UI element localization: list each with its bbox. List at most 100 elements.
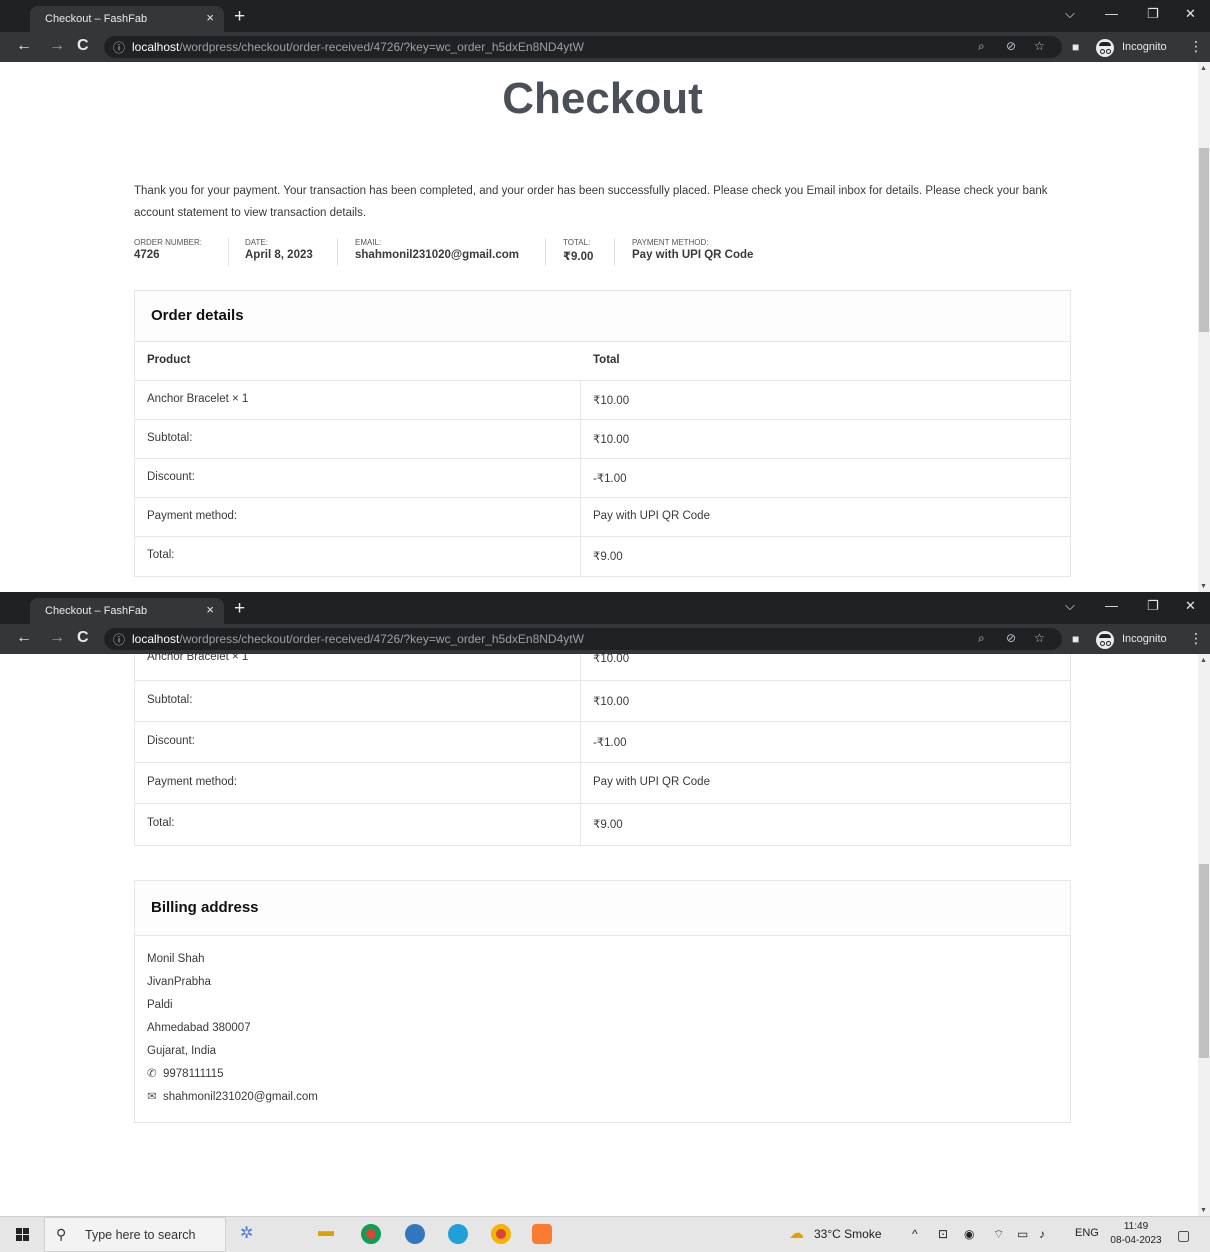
eye-off-icon[interactable]: ⊘ [1006, 39, 1016, 53]
tray-app-icon[interactable]: ⊡ [938, 1227, 948, 1241]
product-link[interactable]: Anchor Bracelet × 1 [147, 654, 248, 663]
weather-text[interactable]: 33°C Smoke [814, 1227, 882, 1241]
notification-icon[interactable]: ▢ [1177, 1227, 1190, 1244]
minimize-icon[interactable]: — [1105, 598, 1118, 613]
edge-icon[interactable] [448, 1224, 468, 1244]
url-text: localhost/wordpress/checkout/order-recei… [132, 632, 584, 646]
reload-icon[interactable]: C [77, 629, 89, 647]
new-tab-icon[interactable]: + [234, 6, 245, 28]
scrollbar[interactable]: ▲ ▼ [1198, 654, 1210, 1216]
back-icon[interactable]: ← [16, 37, 32, 55]
table-row: Payment method: Pay with UPI QR Code [135, 498, 1070, 537]
volume-icon[interactable]: ♪ [1039, 1227, 1045, 1241]
table-header-row: Product Total [135, 342, 1070, 381]
back-icon[interactable]: ← [16, 629, 32, 647]
edge-legacy-icon[interactable] [405, 1224, 425, 1244]
thank-you-message: Thank you for your payment. Your transac… [134, 185, 1048, 219]
order-date: Date: April 8, 2023 [245, 238, 313, 261]
order-number: Order number: 4726 [134, 238, 203, 261]
forward-icon[interactable]: → [49, 629, 65, 647]
zoom-icon[interactable]: ⌕ [978, 631, 985, 646]
star-icon[interactable]: ☆ [1034, 39, 1045, 53]
tab-title: Checkout – FashFab [45, 605, 148, 617]
order-details-card: Order details Product Total Anchor Brace… [134, 290, 1071, 577]
scroll-down-icon[interactable]: ▼ [1200, 583, 1207, 590]
tab-search-icon[interactable]: ⌵ [1065, 598, 1075, 614]
table-row: Payment method: Pay with UPI QR Code [135, 763, 1070, 804]
info-icon[interactable]: ⓘ [113, 39, 125, 56]
tab-strip: Checkout – FashFab × + ⌵ — ❐ ✕ [0, 0, 1210, 32]
weather-icon[interactable]: ☁ [789, 1224, 804, 1242]
scroll-down-icon[interactable]: ▼ [1200, 1207, 1207, 1214]
address-bar: ← → C ⓘ localhost/wordpress/checkout/ord… [0, 624, 1210, 654]
side-panel-icon[interactable]: ■ [1072, 40, 1079, 54]
incognito-badge[interactable]: Incognito [1096, 39, 1174, 57]
info-icon[interactable]: ⓘ [113, 631, 125, 648]
zoom-icon[interactable]: ⌕ [978, 39, 985, 54]
tab-checkout[interactable]: Checkout – FashFab × [30, 6, 224, 32]
language-indicator[interactable]: ENG [1075, 1227, 1099, 1239]
tab-search-icon[interactable]: ⌵ [1065, 6, 1075, 22]
windows-start-icon[interactable] [16, 1228, 29, 1241]
star-icon[interactable]: ☆ [1034, 631, 1045, 645]
incognito-badge[interactable]: Incognito [1096, 631, 1174, 649]
table-row: Subtotal: ₹10.00 [135, 681, 1070, 722]
chrome-icon[interactable] [361, 1224, 381, 1244]
mail-icon: ✉ [147, 1091, 157, 1103]
taskbar-clock[interactable]: 11:49 08-04-2023 [1106, 1220, 1166, 1248]
battery-icon[interactable]: ▭ [1017, 1227, 1028, 1241]
url-input[interactable]: ⓘ localhost/wordpress/checkout/order-rec… [104, 36, 1062, 58]
windows-taskbar: ⚲ Type here to search ✲ ▬ ☁ 33°C Smoke ^… [0, 1216, 1210, 1252]
scrollbar-thumb[interactable] [1199, 148, 1209, 332]
close-window-icon[interactable]: ✕ [1185, 6, 1196, 22]
file-explorer-icon[interactable]: ▬ [318, 1223, 334, 1241]
forward-icon[interactable]: → [49, 37, 65, 55]
close-icon[interactable]: × [206, 602, 214, 617]
url-input[interactable]: ⓘ localhost/wordpress/checkout/order-rec… [104, 628, 1062, 650]
address-bar: ← → C ⓘ localhost/wordpress/checkout/ord… [0, 32, 1210, 62]
product-link[interactable]: Anchor Bracelet × 1 [147, 393, 248, 405]
page-viewport-bottom: Anchor Bracelet × 1 ₹10.00 Subtotal: ₹10… [7, 654, 1198, 1216]
table-row: Discount: -₹1.00 [135, 722, 1070, 763]
taskbar-search-input[interactable]: ⚲ Type here to search [44, 1217, 226, 1252]
tray-chrome-icon[interactable]: ◉ [964, 1227, 974, 1241]
page-viewport-top: Checkout Thank you for your payment. You… [7, 62, 1198, 592]
reload-icon[interactable]: C [77, 37, 89, 55]
divider [228, 238, 229, 266]
menu-icon[interactable]: ⋮ [1189, 630, 1203, 647]
table-row: Discount: -₹1.00 [135, 459, 1070, 498]
phone-icon: ✆ [147, 1068, 157, 1080]
page-title: Checkout [502, 74, 703, 123]
new-tab-icon[interactable]: + [234, 598, 245, 620]
incognito-icon [1096, 631, 1114, 649]
restore-icon[interactable]: ❐ [1147, 6, 1159, 22]
table-row: Subtotal: ₹10.00 [135, 420, 1070, 459]
incognito-icon [1096, 39, 1114, 57]
browser-window-bottom: Checkout – FashFab × + ⌵ — ❐ ✕ ← → C ⓘ l… [0, 592, 1210, 1216]
order-total: Total: ₹9.00 [563, 238, 594, 263]
billing-phone: ✆ 9978111115 [147, 1063, 1070, 1086]
billing-address: Monil Shah JivanPrabha Paldi Ahmedabad 3… [135, 936, 1070, 1123]
tab-strip: Checkout – FashFab × + ⌵ — ❐ ✕ [0, 592, 1210, 624]
scrollbar-thumb[interactable] [1199, 864, 1209, 1058]
billing-email: ✉ shahmonil231020@gmail.com [147, 1086, 1070, 1109]
menu-icon[interactable]: ⋮ [1189, 38, 1203, 55]
wifi-icon[interactable]: ⌔ [993, 1227, 1004, 1242]
news-widget-icon[interactable]: ✲ [240, 1223, 253, 1243]
scrollbar[interactable]: ▲ ▼ [1198, 62, 1210, 592]
scroll-up-icon[interactable]: ▲ [1200, 65, 1207, 72]
divider [337, 238, 338, 266]
minimize-icon[interactable]: — [1105, 6, 1118, 21]
close-icon[interactable]: × [206, 10, 214, 25]
xampp-icon[interactable] [532, 1224, 552, 1244]
eye-off-icon[interactable]: ⊘ [1006, 631, 1016, 645]
tab-checkout[interactable]: Checkout – FashFab × [30, 598, 224, 624]
chevron-up-icon[interactable]: ^ [912, 1227, 918, 1241]
close-window-icon[interactable]: ✕ [1185, 598, 1196, 614]
restore-icon[interactable]: ❐ [1147, 598, 1159, 614]
side-panel-icon[interactable]: ■ [1072, 632, 1079, 646]
scroll-up-icon[interactable]: ▲ [1200, 657, 1207, 664]
chrome-alt-icon[interactable] [491, 1224, 511, 1244]
table-row: Anchor Bracelet × 1 ₹10.00 [135, 654, 1070, 681]
billing-address-card: Billing address Monil Shah JivanPrabha P… [134, 880, 1071, 1123]
